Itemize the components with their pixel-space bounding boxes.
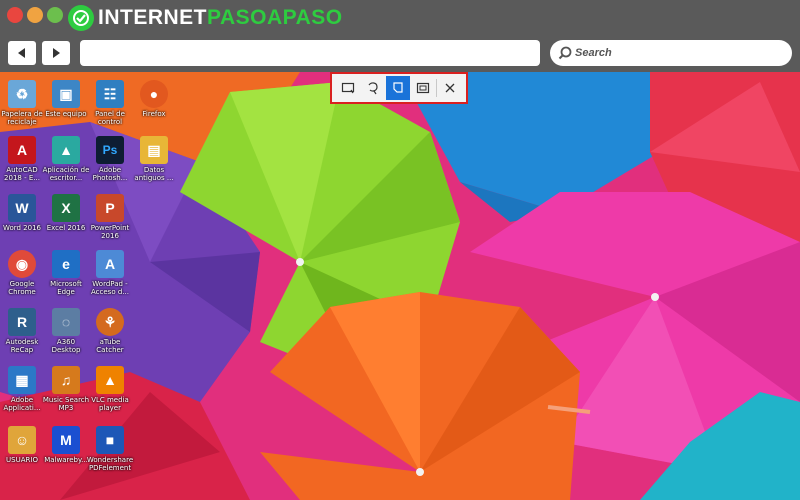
fullscreen-snip-icon <box>416 82 430 94</box>
desktop-icon-photoshop[interactable]: Ps Adobe Photosh... <box>88 136 132 182</box>
logo-check-icon <box>68 5 94 31</box>
site-logo: INTERNET PASOAPASO <box>68 4 343 32</box>
adobe-app-icon: ▦ <box>8 366 36 394</box>
title-bar: INTERNET PASOAPASO <box>0 0 800 36</box>
desktop-icon-wordpad[interactable]: A WordPad - Acceso d... <box>88 250 132 296</box>
recycle-bin-icon: ♻ <box>8 80 36 108</box>
user-folder-icon: ☺ <box>8 426 36 454</box>
desktop-icon-old-data-folder[interactable]: ▤ Datos antiguos ... <box>132 136 176 182</box>
vlc-cone-icon: ▲ <box>96 366 124 394</box>
desktop-icon-vlc[interactable]: ▲ VLC media player <box>88 366 132 412</box>
window-snip-icon <box>393 82 403 93</box>
autocad-icon: A <box>8 136 36 164</box>
desktop-icon-recap[interactable]: R Autodesk ReCap <box>0 308 44 354</box>
desktop-icon-powerpoint[interactable]: P PowerPoint 2016 <box>88 194 132 240</box>
recap-icon: R <box>8 308 36 336</box>
desktop-icon-this-pc[interactable]: ▣ Este equipo <box>44 80 88 118</box>
desktop-icon-firefox[interactable]: ● Firefox <box>132 80 176 118</box>
search-placeholder: Search <box>575 47 612 59</box>
powerpoint-icon: P <box>96 194 124 222</box>
atube-catcher-icon: ⚘ <box>96 308 124 336</box>
control-panel-icon: ☷ <box>96 80 124 108</box>
photoshop-icon: Ps <box>96 136 124 164</box>
snip-toolbar <box>330 72 468 104</box>
desktop-icon-atube-catcher[interactable]: ⚘ aTube Catcher <box>88 308 132 354</box>
back-arrow-icon <box>18 48 25 58</box>
forward-arrow-icon <box>53 48 60 58</box>
desktop-app-icon: ▲ <box>52 136 80 164</box>
folder-icon: ▤ <box>140 136 168 164</box>
wordpad-icon: A <box>96 250 124 278</box>
freeform-snip-button[interactable] <box>361 76 385 100</box>
desktop-icon-autocad[interactable]: A AutoCAD 2018 - E... <box>0 136 44 182</box>
desktop-icon-adobe-app[interactable]: ▦ Adobe Applicati... <box>0 366 44 412</box>
close-window-button[interactable] <box>7 7 23 23</box>
desktop-icon-control-panel[interactable]: ☷ Panel de control <box>88 80 132 126</box>
freeform-snip-icon <box>368 82 378 95</box>
snip-close-button[interactable] <box>438 76 462 100</box>
desktop-icon-a360[interactable]: ◌ A360 Desktop <box>44 308 88 354</box>
desktop-icon-recycle-bin[interactable]: ♻ Papelera de reciclaje <box>0 80 44 126</box>
window-snip-button[interactable] <box>385 76 410 100</box>
app-window: INTERNET PASOAPASO Search ♻ Papelera de … <box>0 0 800 500</box>
close-icon <box>445 83 455 93</box>
forward-button[interactable] <box>42 41 70 65</box>
minimize-window-button[interactable] <box>27 7 43 23</box>
chrome-icon: ◉ <box>8 250 36 278</box>
maximize-window-button[interactable] <box>47 7 63 23</box>
malwarebytes-icon: M <box>52 426 80 454</box>
music-search-icon: ♫ <box>52 366 80 394</box>
snip-divider <box>436 79 438 97</box>
rectangular-snip-button[interactable] <box>336 76 360 100</box>
desktop-icon-music-search[interactable]: ♫ Music Search MP3 <box>43 366 89 412</box>
logo-text-internet: INTERNET <box>98 6 207 29</box>
excel-icon: X <box>52 194 80 222</box>
computer-icon: ▣ <box>52 80 80 108</box>
address-bar[interactable] <box>80 40 540 66</box>
edge-icon: e <box>52 250 80 278</box>
desktop-icon-chrome[interactable]: ◉ Google Chrome <box>0 250 44 296</box>
back-button[interactable] <box>8 41 36 65</box>
search-input[interactable]: Search <box>550 40 792 66</box>
browser-toolbar: Search <box>0 36 800 72</box>
desktop-icon-edge[interactable]: e Microsoft Edge <box>44 250 88 296</box>
rectangular-snip-icon <box>341 82 354 94</box>
a360-icon: ◌ <box>52 308 80 336</box>
desktop-icon-desktop-app[interactable]: ▲ Aplicación de escritor... <box>43 136 89 182</box>
firefox-icon: ● <box>140 80 168 108</box>
desktop-icon-word[interactable]: W Word 2016 <box>0 194 44 232</box>
desktop: ♻ Papelera de reciclaje ▣ Este equipo ☷ … <box>0 72 800 500</box>
desktop-icon-user-folder[interactable]: ☺ USUARIO <box>0 426 44 464</box>
fullscreen-snip-button[interactable] <box>411 76 435 100</box>
desktop-icon-pdfelement[interactable]: ■ Wondershare PDFelement <box>87 426 133 472</box>
logo-text-pasoapaso: PASOAPASO <box>207 6 343 29</box>
pdfelement-icon: ■ <box>96 426 124 454</box>
word-icon: W <box>8 194 36 222</box>
desktop-icon-excel[interactable]: X Excel 2016 <box>44 194 88 232</box>
desktop-icon-malwarebytes[interactable]: M Malwareby... <box>44 426 88 464</box>
search-icon <box>558 46 572 60</box>
